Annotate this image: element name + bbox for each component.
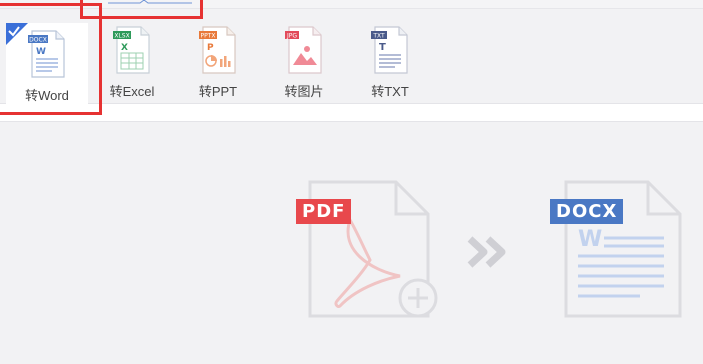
top-strip [0,0,703,8]
tool-to-ppt[interactable]: PPTX P 转PPT [178,21,258,103]
tool-to-word-label: 转Word [25,88,69,103]
double-chevron-right-icon [467,236,506,268]
tool-to-txt-label: 转TXT [371,84,409,99]
svg-text:P: P [207,43,214,53]
svg-text:X: X [121,43,128,53]
docx-file-icon: DOCX W [28,30,65,78]
target-format-label: DOCX [556,201,618,222]
xlsx-file-icon: XLSX X [113,26,150,74]
tool-to-txt[interactable]: TXT T 转TXT [350,21,430,103]
tool-to-image-label: 转图片 [284,84,324,99]
conversion-toolbar: DOCX W 转Word XLSX X 转Excel PPTX P 转PPT J… [0,8,703,107]
svg-text:T: T [379,42,386,53]
tool-to-excel-label: 转Excel [109,84,155,99]
tab-indicator [108,0,192,4]
svg-text:W: W [36,47,46,57]
tool-to-excel[interactable]: XLSX X 转Excel [92,21,172,103]
tool-to-word[interactable]: DOCX W 转Word [6,23,88,107]
svg-text:PPTX: PPTX [200,33,215,40]
txt-file-icon: TXT T [371,26,408,74]
pptx-file-icon: PPTX P [199,26,236,74]
svg-text:TXT: TXT [372,33,385,40]
check-icon [6,23,28,45]
jpg-file-icon: JPG [285,26,322,74]
tool-to-ppt-label: 转PPT [198,84,238,99]
source-format-label: PDF [302,201,346,222]
svg-text:W: W [578,227,602,252]
svg-text:JPG: JPG [286,33,297,40]
source-format-badge: PDF [296,199,352,224]
conversion-preview-area: PDF W DOCX [0,121,703,364]
target-format-badge: DOCX [550,199,624,224]
svg-text:XLSX: XLSX [114,33,129,40]
tool-to-image[interactable]: JPG 转图片 [264,21,344,103]
svg-text:DOCX: DOCX [29,37,47,44]
